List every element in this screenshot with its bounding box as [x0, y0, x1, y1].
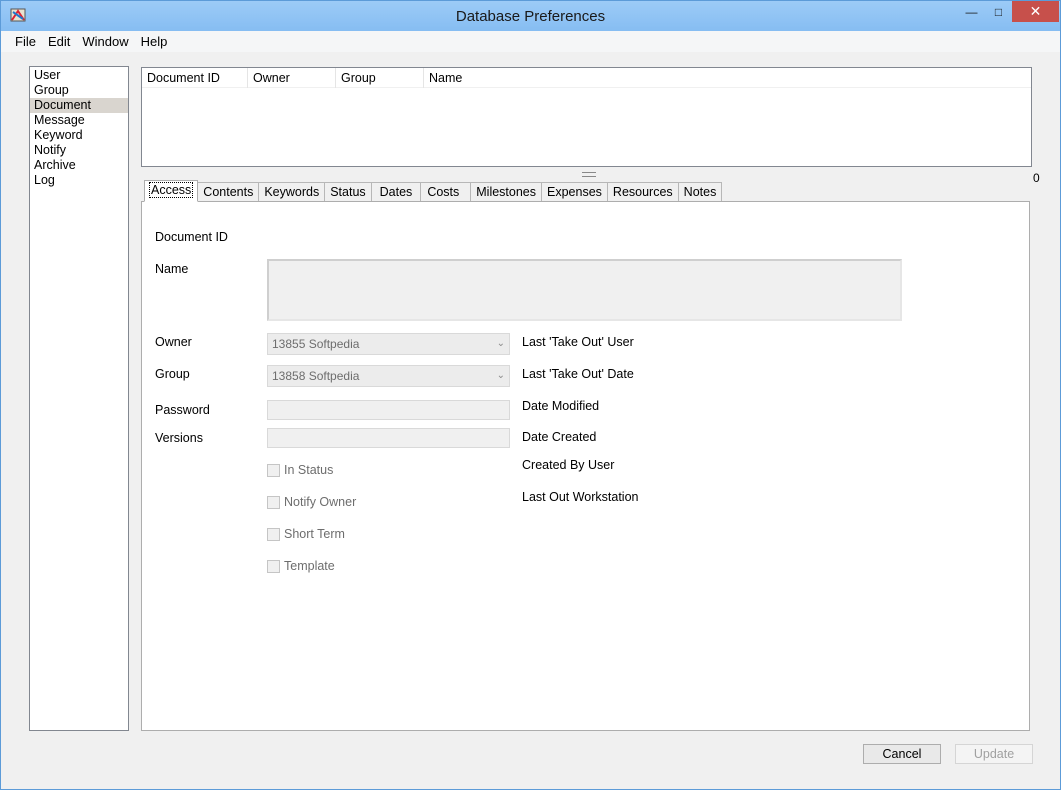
owner-combo[interactable]: 13855 Softpedia ⌄: [267, 333, 510, 355]
created-by-user-label: Created By User: [522, 458, 615, 472]
document-id-label: Document ID: [155, 230, 228, 244]
checkbox-label: Notify Owner: [284, 495, 357, 509]
checkbox-box: [267, 495, 280, 509]
close-button[interactable]: ✕: [1012, 1, 1059, 22]
tab-expenses[interactable]: Expenses: [541, 182, 608, 202]
category-item-notify[interactable]: Notify: [30, 143, 128, 158]
checkbox-label: Short Term: [284, 527, 345, 541]
category-item-log[interactable]: Log: [30, 173, 128, 188]
checkbox-label: In Status: [284, 463, 334, 477]
access-panel: Document ID Name Owner 13855 Softpedia ⌄…: [141, 201, 1030, 731]
category-item-keyword[interactable]: Keyword: [30, 128, 128, 143]
group-value: 13858 Softpedia: [272, 369, 360, 383]
column-name[interactable]: Name: [424, 68, 624, 88]
last-take-out-user-label: Last 'Take Out' User: [522, 335, 634, 349]
minimize-button[interactable]: —: [958, 1, 985, 23]
tab-access[interactable]: Access: [144, 180, 199, 202]
checkbox-label: Template: [284, 559, 335, 573]
maximize-button[interactable]: □: [985, 1, 1012, 23]
update-button[interactable]: Update: [955, 744, 1033, 764]
checkbox-box: [267, 527, 280, 541]
app-window: Database Preferences — □ ✕ File Edit Win…: [0, 0, 1061, 790]
menu-window[interactable]: Window: [76, 34, 134, 49]
name-field[interactable]: [267, 259, 902, 321]
category-item-document[interactable]: Document: [30, 98, 128, 113]
menu-edit[interactable]: Edit: [42, 34, 76, 49]
category-item-user[interactable]: User: [30, 68, 128, 83]
checkbox-box: [267, 559, 280, 573]
tab-dates[interactable]: Dates: [370, 182, 422, 202]
tab-strip: Access Contents Keywords Status Dates Co…: [144, 180, 723, 202]
category-list[interactable]: User Group Document Message Keyword Noti…: [29, 66, 129, 731]
tab-costs[interactable]: Costs: [420, 182, 472, 202]
splitter-handle[interactable]: [582, 172, 596, 177]
checkbox-box: [267, 463, 280, 477]
menu-file[interactable]: File: [9, 34, 42, 49]
name-label: Name: [155, 262, 189, 276]
column-document-id[interactable]: Document ID: [142, 68, 248, 88]
in-status-checkbox[interactable]: In Status: [267, 463, 333, 477]
table-header: Document ID Owner Group Name: [142, 68, 1031, 88]
tab-contents[interactable]: Contents: [197, 182, 260, 202]
password-label: Password: [155, 403, 210, 417]
owner-value: 13855 Softpedia: [272, 337, 360, 351]
tab-resources[interactable]: Resources: [606, 182, 679, 202]
document-table[interactable]: Document ID Owner Group Name: [141, 67, 1032, 167]
last-out-workstation-label: Last Out Workstation: [522, 490, 639, 504]
column-group[interactable]: Group: [336, 68, 424, 88]
tab-access-label: Access: [148, 182, 194, 198]
versions-label: Versions: [155, 431, 203, 445]
last-take-out-date-label: Last 'Take Out' Date: [522, 367, 634, 381]
column-owner[interactable]: Owner: [248, 68, 336, 88]
short-term-checkbox[interactable]: Short Term: [267, 527, 345, 541]
password-field[interactable]: [267, 400, 510, 420]
tab-keywords[interactable]: Keywords: [258, 182, 326, 202]
group-label: Group: [155, 367, 190, 381]
menu-help[interactable]: Help: [135, 34, 174, 49]
versions-field[interactable]: [267, 428, 510, 448]
tab-notes[interactable]: Notes: [677, 182, 723, 202]
template-checkbox[interactable]: Template: [267, 559, 335, 573]
chevron-down-icon: ⌄: [496, 370, 505, 381]
tab-milestones[interactable]: Milestones: [470, 182, 543, 202]
notify-owner-checkbox[interactable]: Notify Owner: [267, 495, 356, 509]
date-modified-label: Date Modified: [522, 399, 600, 413]
category-item-group[interactable]: Group: [30, 83, 128, 98]
menu-bar: File Edit Window Help: [1, 31, 1060, 52]
chevron-down-icon: ⌄: [496, 338, 505, 349]
tab-status[interactable]: Status: [324, 182, 372, 202]
category-item-archive[interactable]: Archive: [30, 158, 128, 173]
category-item-message[interactable]: Message: [30, 113, 128, 128]
title-bar[interactable]: Database Preferences — □ ✕: [1, 1, 1060, 31]
record-count: 0: [1033, 171, 1040, 185]
date-created-label: Date Created: [522, 430, 597, 444]
owner-label: Owner: [155, 335, 192, 349]
window-title: Database Preferences: [455, 8, 606, 25]
group-combo[interactable]: 13858 Softpedia ⌄: [267, 365, 510, 387]
cancel-button[interactable]: Cancel: [863, 744, 941, 764]
